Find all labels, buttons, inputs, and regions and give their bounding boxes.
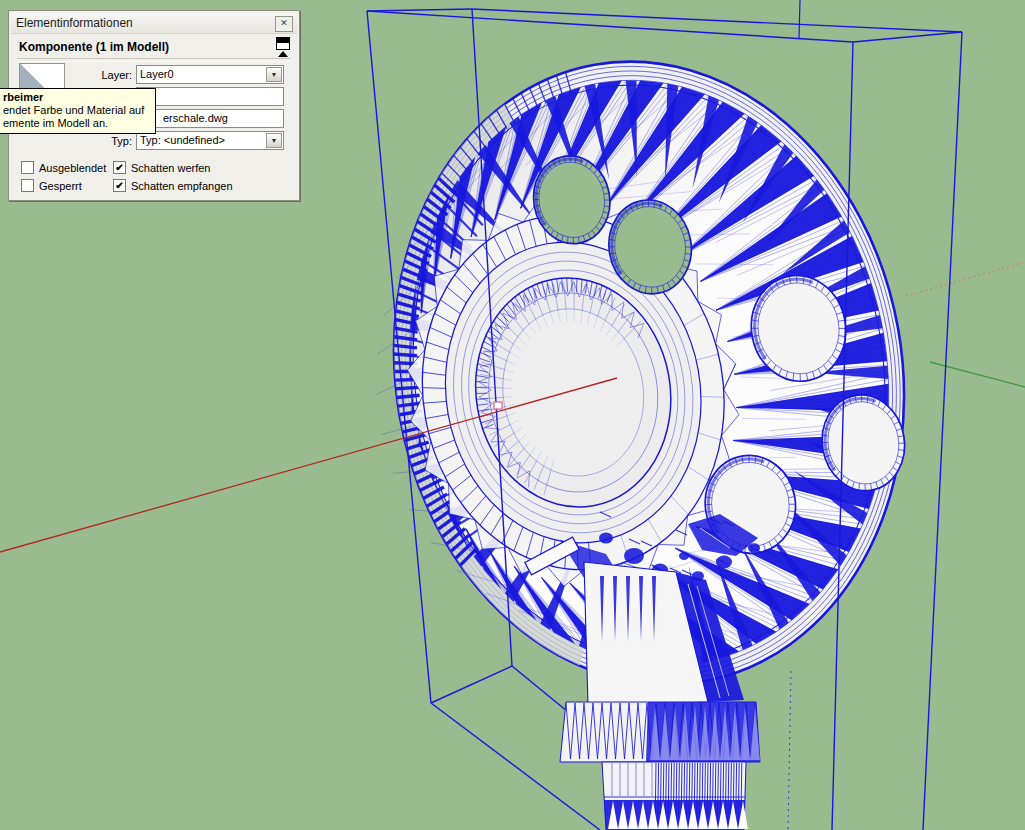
chevron-down-icon[interactable]: ▼ [266,67,282,82]
chevron-down-icon[interactable]: ▼ [266,133,282,148]
checkbox-ausgeblendet[interactable] [21,161,34,174]
paint-bucket-tooltip: rbeimer endet Farbe und Material auf eme… [0,88,156,134]
checkbox-schatten-werfen[interactable]: ✔ [113,161,126,174]
layer-label: Layer: [79,69,132,81]
component-header: Komponente (1 im Modell) [19,40,169,54]
layer-value: Layer0 [140,68,174,80]
collapse-panel-icon[interactable] [276,37,290,57]
close-icon[interactable]: ✕ [275,16,293,32]
definition-value: erschale.dwg [163,112,228,124]
definition-field[interactable]: erschale.dwg [136,109,284,128]
dialog-title: Elementinformationen [16,16,133,30]
checkbox-schatten-empfangen-label: Schatten empfangen [131,180,233,192]
checkbox-schatten-empfangen[interactable]: ✔ [113,179,126,192]
tooltip-line2: emente im Modell an. [3,117,151,130]
checkbox-schatten-werfen-label: Schatten werfen [131,162,211,174]
dialog-titlebar[interactable]: Elementinformationen ✕ [11,13,297,34]
tooltip-title: rbeimer [3,91,151,104]
checkbox-gesperrt[interactable] [21,179,34,192]
typ-dropdown[interactable]: Typ: <undefined> ▼ [136,131,284,150]
checkbox-gesperrt-label: Gesperrt [39,180,82,192]
layer-dropdown[interactable]: Layer0 ▼ [136,65,284,84]
name-field[interactable] [136,87,284,106]
typ-label: Typ: [107,135,132,147]
checkbox-ausgeblendet-label: Ausgeblendet [39,162,106,174]
tooltip-line1: endet Farbe und Material auf [3,104,151,117]
typ-value: Typ: <undefined> [140,134,225,146]
separator [17,58,291,62]
